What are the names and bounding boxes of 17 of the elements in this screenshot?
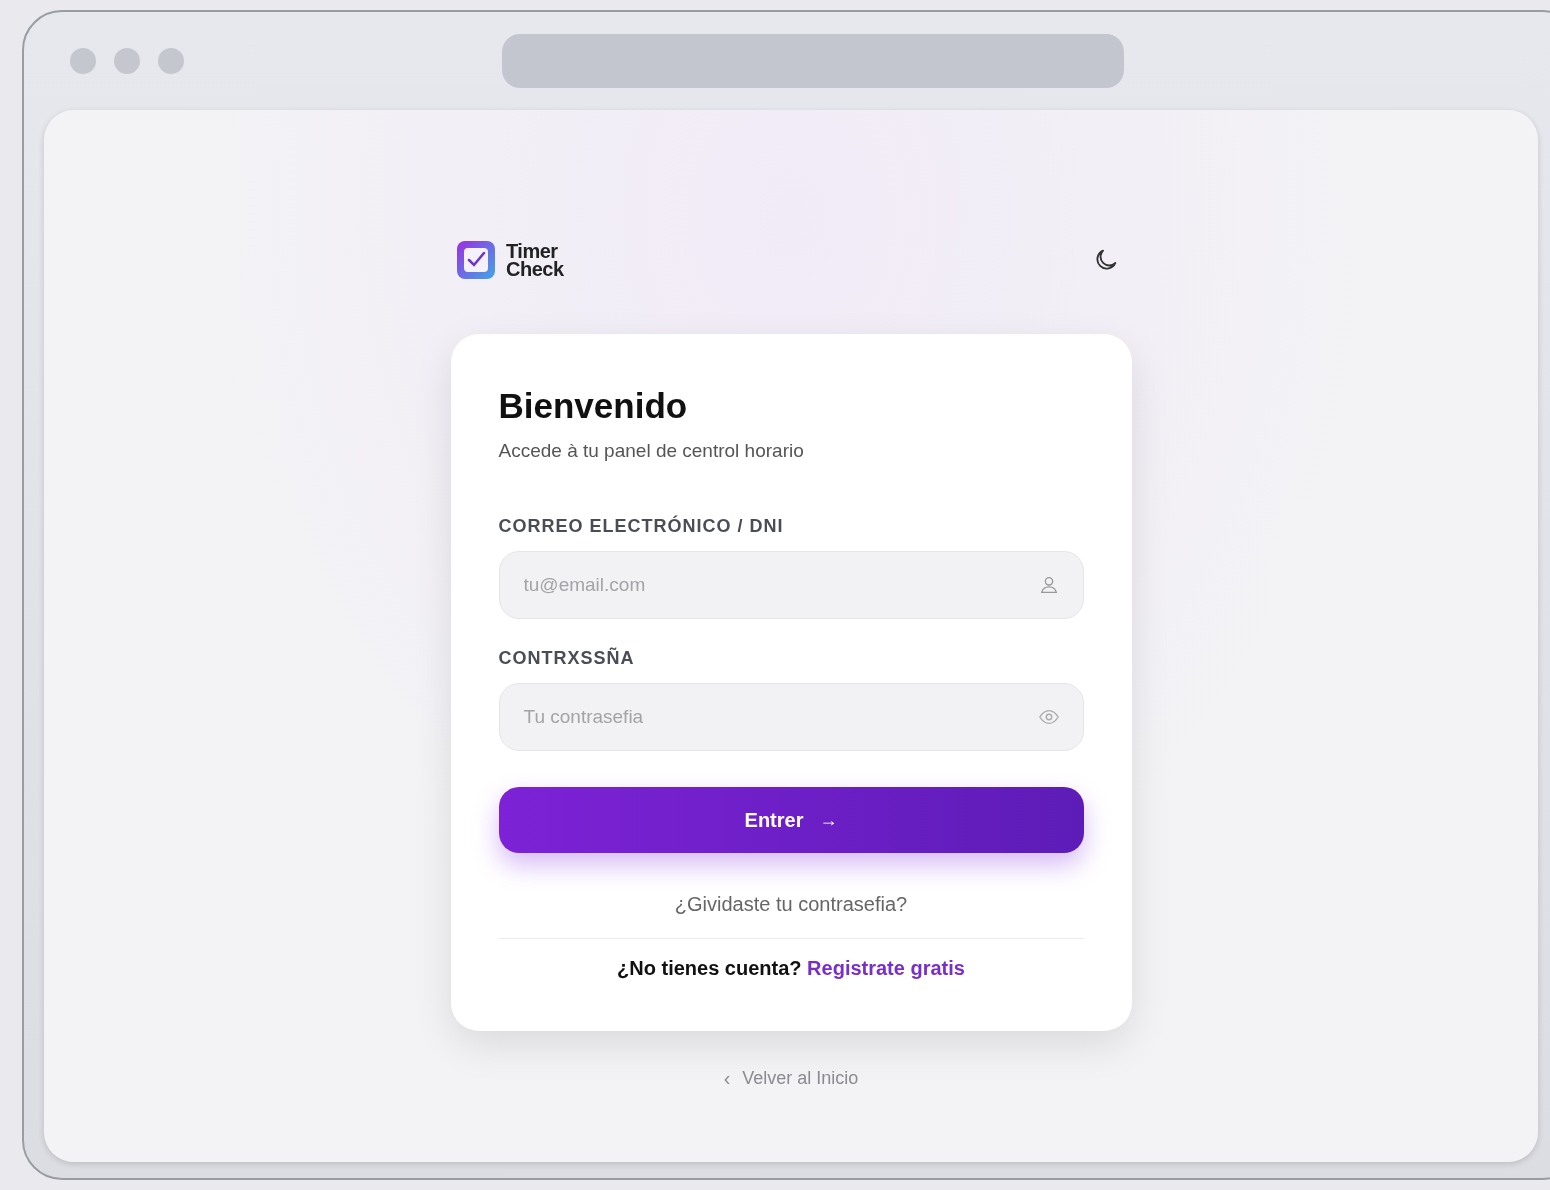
signup-prompt: ¿No tienes cuenta? Registrate gratis [616,957,966,980]
brand-name: Check [506,260,564,278]
signup-link[interactable]: Registrate gratis [807,957,965,979]
login-button[interactable]: Entrer → [498,787,1084,853]
field-label: CONTRXSSÑA [498,648,636,669]
window-control-icon[interactable] [114,48,140,74]
password-field[interactable]: Tu contrasefia [498,683,1084,751]
forgot-password-link[interactable]: ¿Gividaste tu contrasefia? [674,893,908,916]
card-subtitle: Accede à tu panel de centrol horario [498,440,805,462]
card-title: Bienvenido [498,386,689,426]
window-control-icon[interactable] [158,48,184,74]
address-bar[interactable] [502,34,1124,88]
field-label: CORREO ELECTRÓNICO / DNI [498,516,785,537]
window-control-icon[interactable] [70,48,96,74]
brand-name: Timer [506,242,558,260]
email-field[interactable]: tu@email.com [498,551,1084,619]
checkbox-logo-icon [456,240,496,280]
